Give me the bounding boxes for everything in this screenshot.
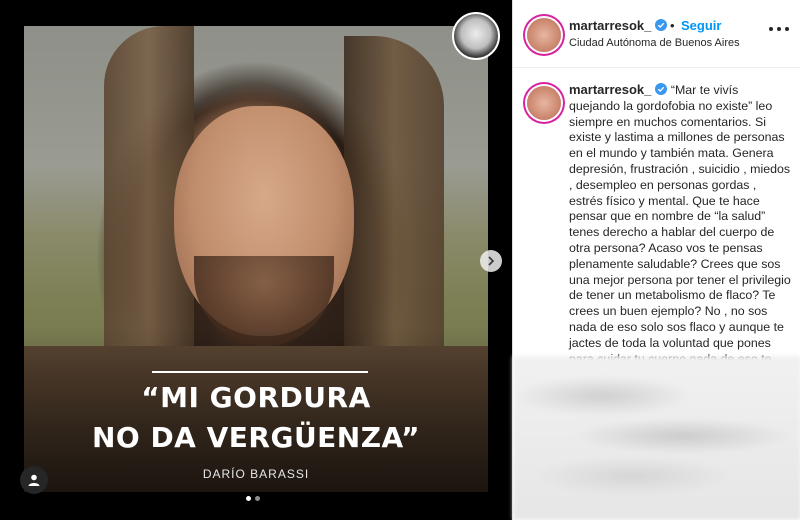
more-options-icon — [777, 27, 781, 31]
more-options-button[interactable] — [769, 22, 789, 36]
post-side-panel: martarresok_ • Seguir Ciudad Autónoma de… — [512, 0, 800, 520]
quote-author: DARÍO BARASSI — [202, 467, 310, 481]
carousel-indicator — [246, 496, 260, 501]
post-location[interactable]: Ciudad Autónoma de Buenos Aires — [569, 37, 740, 49]
blurred-content — [513, 356, 800, 520]
carousel-dot-1 — [246, 496, 251, 501]
verified-badge-icon — [655, 83, 668, 95]
header-username[interactable]: martarresok_ — [569, 18, 668, 33]
caption-body: “Mar te vivís quejando la gordofobia no … — [569, 83, 791, 381]
post-photo[interactable]: “MI GORDURA NO DA VERGÜENZA” DARÍO BARAS… — [24, 26, 488, 492]
more-options-icon — [785, 27, 789, 31]
post-header: martarresok_ • Seguir Ciudad Autónoma de… — [513, 0, 800, 68]
user-tag-icon — [28, 474, 40, 486]
caption-text: martarresok_ “Mar te vivís quejando la g… — [569, 82, 791, 383]
caption-section: martarresok_ “Mar te vivís quejando la g… — [513, 76, 800, 381]
chevron-right-icon — [488, 256, 495, 266]
post-media-panel: “MI GORDURA NO DA VERGÜENZA” DARÍO BARAS… — [0, 0, 512, 520]
avatar[interactable] — [527, 18, 561, 52]
follow-button[interactable]: Seguir — [681, 18, 721, 33]
profile-thumbnail[interactable] — [452, 12, 500, 60]
user-tag-button[interactable] — [20, 466, 48, 494]
follow-separator: • — [670, 18, 675, 33]
more-options-icon — [769, 27, 773, 31]
verified-badge-icon — [655, 19, 668, 31]
caption-username[interactable]: martarresok_ — [569, 82, 651, 97]
next-slide-button[interactable] — [480, 250, 502, 272]
avatar[interactable] — [527, 86, 561, 120]
quote-line-1: “MI GORDURA — [141, 381, 371, 414]
quote-line-2: NO DA VERGÜENZA” — [91, 421, 421, 454]
carousel-dot-2 — [255, 496, 260, 501]
header-username-text[interactable]: martarresok_ — [569, 18, 651, 33]
quote-divider — [152, 371, 368, 373]
